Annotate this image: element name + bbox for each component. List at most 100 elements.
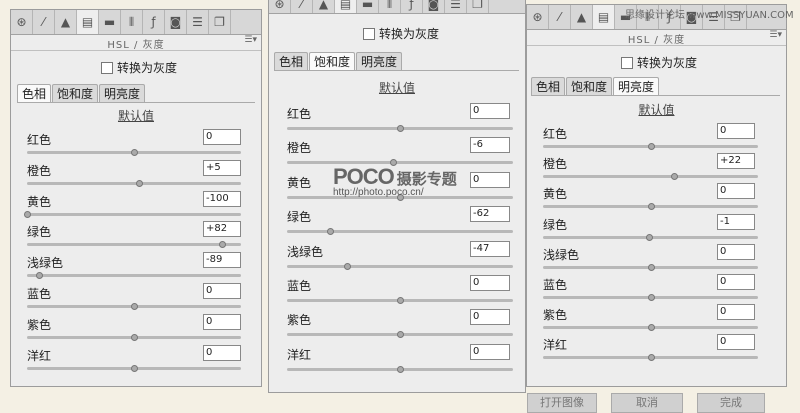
convert-grayscale-row[interactable]: 转换为灰度: [621, 54, 697, 71]
snapshot-icon[interactable]: ❐: [467, 0, 489, 13]
slider-track[interactable]: [27, 241, 241, 249]
slider-thumb[interactable]: [397, 125, 404, 132]
slider-value-input[interactable]: 0: [470, 275, 510, 291]
snapshot-icon[interactable]: ❐: [209, 10, 231, 34]
tab-hue[interactable]: 色相: [274, 52, 309, 70]
slider-track[interactable]: [543, 354, 758, 362]
cancel-button[interactable]: 取消: [611, 393, 683, 413]
slider-thumb[interactable]: [131, 364, 138, 372]
slider-thumb[interactable]: [647, 354, 655, 362]
slider-thumb[interactable]: [343, 262, 351, 270]
slider-thumb[interactable]: [647, 203, 655, 211]
open-image-button[interactable]: 打开图像: [527, 393, 597, 413]
slider-track[interactable]: [287, 262, 513, 270]
slider-thumb[interactable]: [397, 297, 404, 304]
hsl-icon[interactable]: ▤: [77, 10, 99, 34]
hsl-icon[interactable]: ▤: [593, 5, 615, 29]
tab-hue[interactable]: 色相: [531, 77, 566, 95]
fx-icon[interactable]: ƒ: [143, 10, 165, 34]
slider-value-input[interactable]: 0: [470, 171, 510, 188]
default-values-link[interactable]: 默认值: [527, 101, 786, 118]
slider-thumb[interactable]: [131, 333, 138, 341]
slider-value-input[interactable]: -6: [470, 137, 510, 154]
slider-thumb[interactable]: [397, 331, 404, 339]
tab-luminance[interactable]: 明亮度: [99, 84, 146, 102]
presets-icon[interactable]: ☰: [187, 10, 209, 34]
slider-value-input[interactable]: 0: [717, 243, 755, 260]
slider-track[interactable]: [287, 297, 513, 304]
lens-icon[interactable]: ⦀: [379, 0, 401, 13]
slider-thumb[interactable]: [647, 324, 655, 332]
convert-grayscale-row[interactable]: 转换为灰度: [101, 59, 177, 76]
slider-thumb[interactable]: [131, 303, 138, 310]
slider-value-input[interactable]: 0: [203, 313, 241, 330]
done-button[interactable]: 完成: [697, 393, 765, 413]
slider-thumb[interactable]: [136, 179, 144, 187]
convert-grayscale-row[interactable]: 转换为灰度: [363, 25, 439, 42]
slider-thumb[interactable]: [646, 233, 654, 241]
slider-value-input[interactable]: 0: [203, 344, 241, 361]
slider-thumb[interactable]: [131, 149, 138, 156]
slider-value-input[interactable]: -62: [470, 206, 510, 223]
tab-luminance[interactable]: 明亮度: [356, 52, 403, 70]
slider-thumb[interactable]: [647, 143, 655, 150]
slider-track[interactable]: [27, 333, 241, 341]
lens-icon[interactable]: ⦀: [121, 10, 143, 34]
tab-hue[interactable]: 色相: [17, 84, 52, 102]
camera-icon[interactable]: ◙: [165, 10, 187, 34]
slider-value-input[interactable]: +82: [203, 221, 241, 238]
aperture-icon[interactable]: ⊛: [11, 10, 33, 34]
slider-thumb[interactable]: [671, 173, 679, 181]
split-toning-icon[interactable]: ▬: [99, 10, 121, 34]
grayscale-checkbox[interactable]: [621, 56, 633, 69]
slider-thumb[interactable]: [647, 294, 655, 301]
aperture-icon[interactable]: ⊛: [527, 5, 549, 29]
slider-track[interactable]: [287, 228, 513, 236]
slider-value-input[interactable]: +5: [203, 159, 241, 176]
slider-value-input[interactable]: +22: [717, 153, 755, 170]
slider-value-input[interactable]: -89: [203, 252, 241, 269]
slider-track[interactable]: [27, 272, 241, 280]
slider-thumb[interactable]: [218, 241, 226, 249]
slider-value-input[interactable]: 0: [717, 183, 755, 200]
slider-track[interactable]: [287, 125, 513, 132]
slider-track[interactable]: [24, 210, 241, 218]
slider-thumb[interactable]: [647, 263, 655, 271]
slider-track[interactable]: [27, 364, 241, 372]
triangle-icon[interactable]: ▲: [313, 0, 335, 13]
slider-value-input[interactable]: 0: [203, 129, 241, 145]
slider-thumb[interactable]: [35, 272, 43, 280]
slider-track[interactable]: [287, 365, 513, 373]
slider-track[interactable]: [543, 233, 758, 241]
slider-value-input[interactable]: 0: [470, 309, 510, 326]
slider-thumb[interactable]: [397, 365, 404, 373]
slider-value-input[interactable]: 0: [717, 123, 755, 139]
grayscale-checkbox[interactable]: [363, 27, 375, 40]
grayscale-checkbox[interactable]: [101, 61, 113, 74]
hsl-icon[interactable]: ▤: [335, 0, 357, 13]
tab-luminance[interactable]: 明亮度: [613, 77, 660, 95]
slider-value-input[interactable]: 0: [203, 283, 241, 299]
slider-value-input[interactable]: 0: [717, 334, 755, 351]
slider-track[interactable]: [543, 324, 758, 332]
panel-menu-icon[interactable]: ☰▾: [244, 35, 257, 45]
slider-track[interactable]: [287, 331, 513, 339]
presets-icon[interactable]: ☰: [445, 0, 467, 13]
panel-menu-icon[interactable]: ☰▾: [769, 30, 782, 40]
slider-value-input[interactable]: 0: [717, 304, 755, 321]
slider-thumb[interactable]: [24, 210, 31, 218]
triangle-icon[interactable]: ▲: [55, 10, 77, 34]
slider-thumb[interactable]: [326, 228, 334, 236]
slider-track[interactable]: [543, 143, 758, 150]
slider-value-input[interactable]: 0: [717, 274, 755, 290]
curve-icon[interactable]: ⁄: [291, 0, 313, 13]
tab-saturation[interactable]: 饱和度: [566, 77, 613, 95]
slider-track[interactable]: [27, 179, 241, 187]
slider-track[interactable]: [543, 294, 758, 301]
slider-value-input[interactable]: -100: [203, 190, 241, 207]
default-values-link[interactable]: 默认值: [269, 79, 525, 96]
default-values-link[interactable]: 默认值: [11, 107, 261, 124]
slider-value-input[interactable]: -47: [470, 240, 510, 257]
aperture-icon[interactable]: ⊛: [269, 0, 291, 13]
tab-saturation[interactable]: 饱和度: [52, 84, 99, 102]
